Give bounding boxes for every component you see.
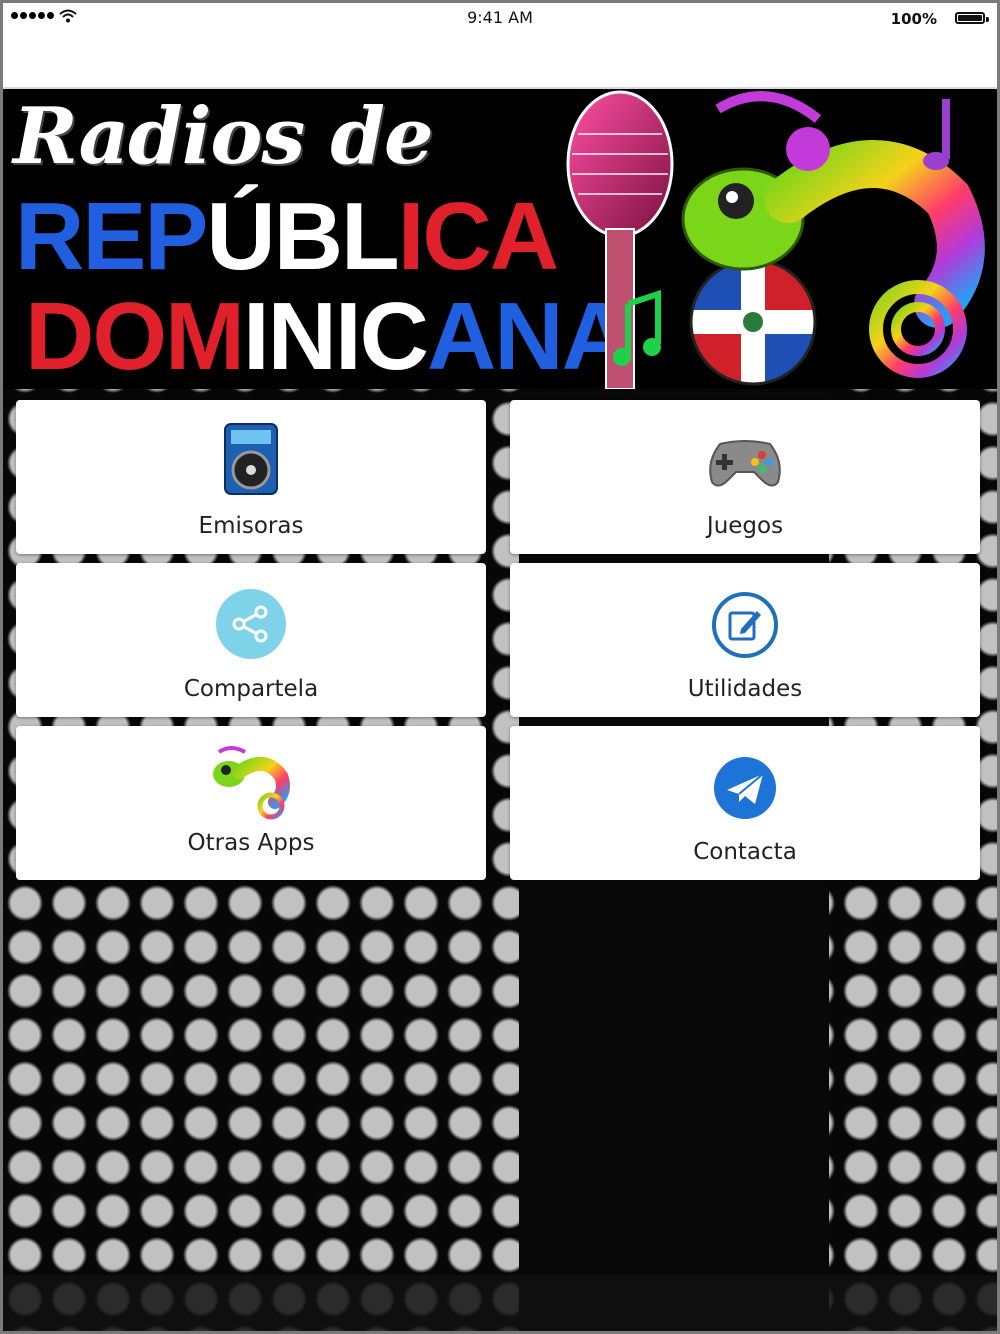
banner-title-republica: REPÚBLICA [15,183,559,290]
edit-icon [712,592,778,658]
banner-title-dominicana: DOMINICANA [25,283,631,389]
contacta-button[interactable]: Contacta [510,726,980,880]
mail-icon [714,757,776,819]
battery-icon [955,12,985,24]
app-screen: 9:41 AM 100% Radios de REPÚBLICA DOMINIC… [3,3,997,1331]
emisoras-button[interactable]: Emisoras [16,400,486,554]
bottom-bar [3,1275,997,1331]
radio-player-icon [224,423,278,495]
banner-title-radios: Radios de [13,91,434,182]
status-bar: 9:41 AM 100% [3,3,997,89]
otras-apps-label: Otras Apps [187,830,315,856]
microphone-icon [566,90,674,389]
juegos-label: Juegos [706,513,784,539]
chameleon-mascot-icon [681,91,985,378]
emisoras-label: Emisoras [198,513,304,539]
compartela-label: Compartela [183,676,319,702]
otras-apps-button[interactable]: Otras Apps [16,726,486,880]
chameleon-icon [213,746,290,820]
share-icon [216,589,286,659]
contacta-label: Contacta [693,839,797,865]
utilidades-button[interactable]: Utilidades [510,563,980,717]
status-time: 9:41 AM [467,8,533,27]
header-banner: Radios de REPÚBLICA DOMINICANA [3,89,997,389]
juegos-button[interactable]: Juegos [510,400,980,554]
utilidades-label: Utilidades [687,676,803,702]
battery-percentage: 100% [890,10,937,28]
compartela-button[interactable]: Compartela [16,563,486,717]
gamepad-icon [709,440,781,487]
